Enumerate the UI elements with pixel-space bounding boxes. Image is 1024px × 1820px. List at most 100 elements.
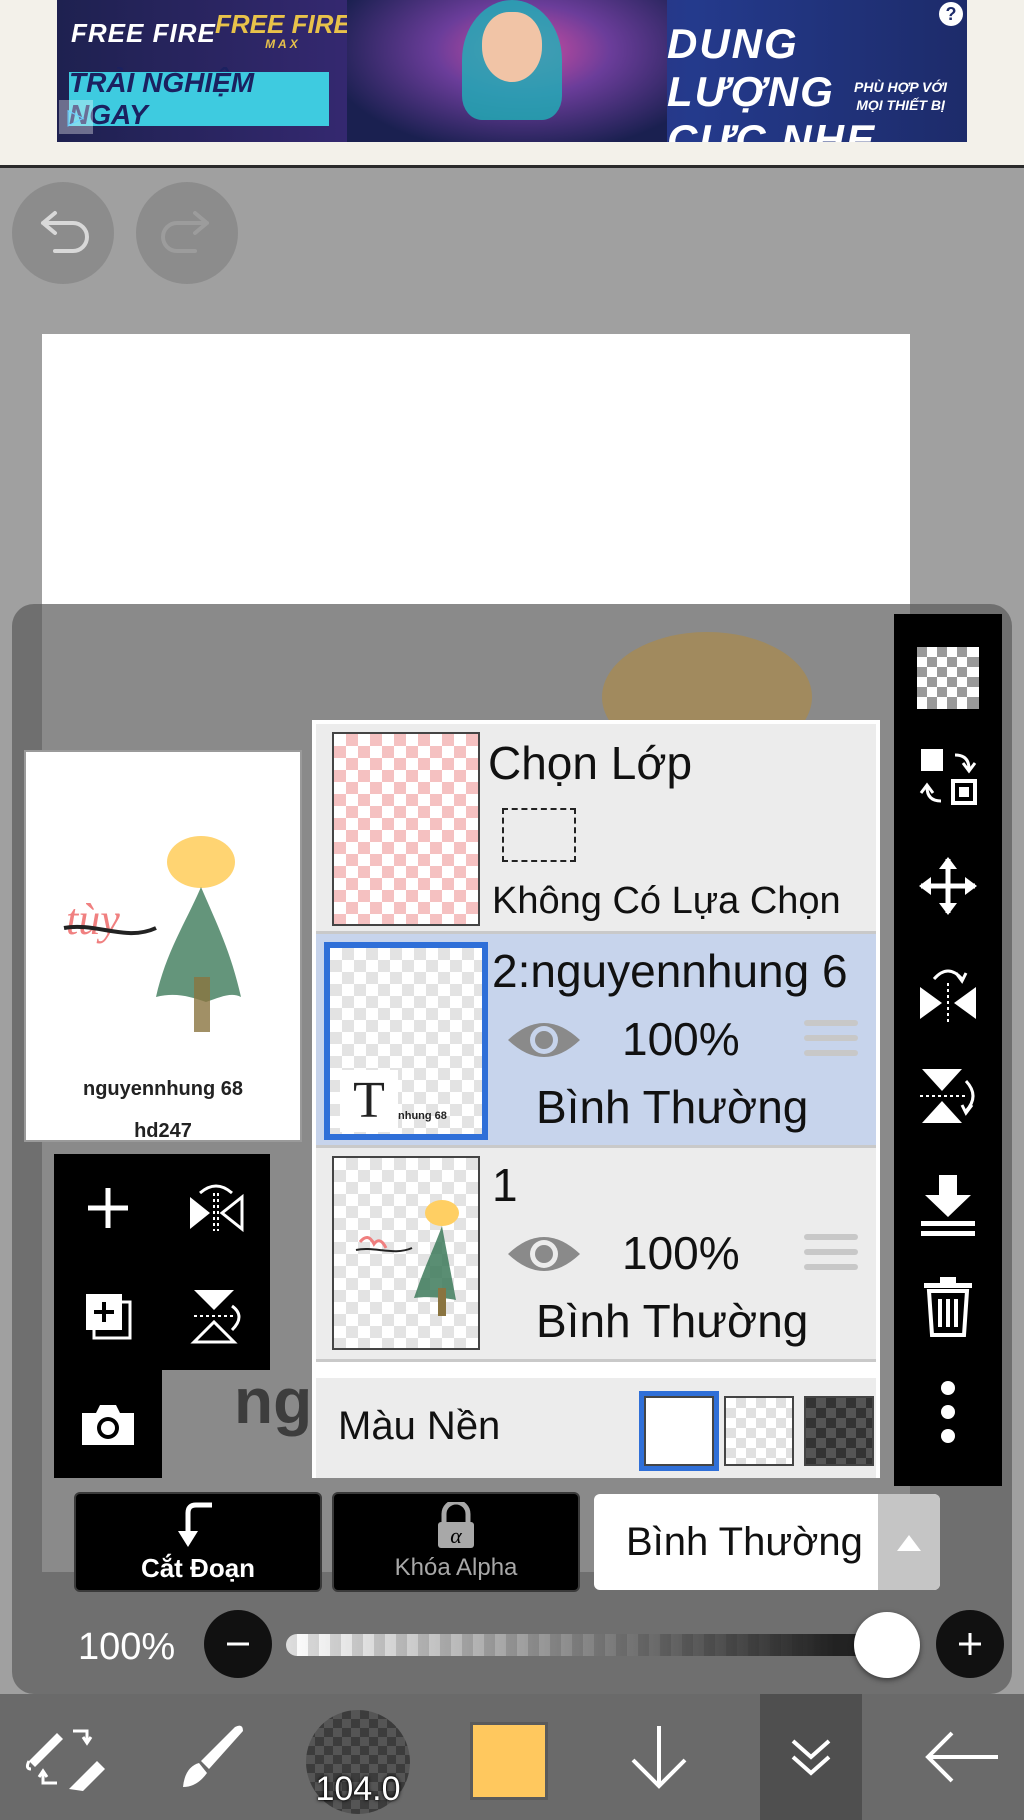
tool-switch-button[interactable] bbox=[20, 1694, 110, 1820]
back-arrow-icon bbox=[925, 1731, 998, 1783]
flip-horizontal-button[interactable] bbox=[894, 944, 1002, 1044]
selection-layer-row[interactable]: Chọn Lớp Không Có Lựa Chọn bbox=[316, 724, 876, 934]
layer-row-2[interactable]: T nhung 68 2:nguyennhung 6 100% Bình Thư… bbox=[316, 934, 876, 1148]
redo-icon bbox=[161, 211, 209, 253]
opacity-label: 100% bbox=[78, 1626, 176, 1668]
blend-mode-arrow-icon bbox=[878, 1494, 940, 1590]
flip-h-icon bbox=[190, 1184, 244, 1233]
ad-small-line2: MỌI THIẾT BỊ bbox=[856, 97, 945, 113]
move-icon bbox=[919, 857, 977, 915]
background-dark-swatch[interactable] bbox=[804, 1396, 874, 1466]
left-layer-tools bbox=[54, 1154, 272, 1478]
text-layer-icon: T bbox=[340, 1070, 398, 1132]
clipping-label: Cắt Đoạn bbox=[140, 1552, 256, 1583]
layer-2-visibility-eye-icon[interactable] bbox=[504, 1014, 584, 1066]
background-white-swatch[interactable] bbox=[639, 1391, 719, 1471]
blend-mode-select[interactable]: Bình Thường bbox=[594, 1494, 940, 1590]
alpha-lock-button[interactable]: α Khóa Alpha bbox=[332, 1492, 580, 1592]
plus-icon bbox=[959, 1633, 981, 1655]
layer-2-thumb-text: nhung 68 bbox=[398, 1110, 447, 1122]
flip-v-icon bbox=[920, 1069, 975, 1123]
ad-cta-button[interactable]: TRẢI NGHIỆM NGAY bbox=[69, 67, 329, 130]
merge-down-button[interactable] bbox=[894, 1154, 1002, 1254]
ad-hero-image bbox=[347, 0, 667, 142]
layer-2-blend-mode: Bình Thường bbox=[536, 1081, 809, 1133]
background-transparent-swatch[interactable] bbox=[724, 1396, 794, 1466]
chevrons-down-icon bbox=[791, 1739, 831, 1776]
duplicate-layer-button[interactable] bbox=[54, 1262, 162, 1370]
clip-arrow-icon bbox=[178, 1502, 212, 1547]
new-transparent-layer-button[interactable] bbox=[894, 628, 1002, 728]
flip-h-icon bbox=[920, 969, 976, 1023]
ad-bar: FREE FIRE FREE FIRE MAX TRẢI NGHIỆM NGAY… bbox=[0, 0, 1024, 168]
layer-preview: tùy nguyennhung 68 hd247 bbox=[24, 750, 302, 1142]
add-layer-icon bbox=[88, 1188, 128, 1228]
layer-1-thumb bbox=[332, 1156, 480, 1350]
transform-icon bbox=[919, 749, 977, 805]
ad-headline-line2: CỰC NHẸ bbox=[667, 116, 876, 142]
layer-2-drag-handle[interactable] bbox=[804, 1020, 858, 1065]
layer-2-title: 2:nguyennhung 6 bbox=[492, 945, 848, 997]
flip-layer-v-button[interactable] bbox=[162, 1262, 270, 1370]
undo-icon bbox=[41, 211, 89, 253]
more-options-button[interactable] bbox=[894, 1362, 1002, 1462]
background-color-row: Màu Nền bbox=[316, 1378, 876, 1478]
layer-panel: ng tùy nguyennhung 68 hd247 Chọn Lớp Khô… bbox=[12, 604, 1012, 1694]
ad-banner[interactable]: FREE FIRE FREE FIRE MAX TRẢI NGHIỆM NGAY… bbox=[57, 0, 967, 142]
minus-icon bbox=[227, 1642, 249, 1646]
selection-status: Không Có Lựa Chọn bbox=[492, 880, 841, 922]
redo-button[interactable] bbox=[136, 182, 238, 284]
camera-button[interactable] bbox=[54, 1370, 162, 1478]
layer-1-thumb-drawing bbox=[355, 1200, 459, 1316]
ad-brand-free-fire-max: FREE FIRE MAX bbox=[215, 11, 351, 54]
layer-2-opacity: 100% bbox=[622, 1013, 740, 1065]
flip-v-icon bbox=[190, 1290, 241, 1344]
preview-drawing: tùy bbox=[63, 836, 241, 1032]
layers-panel-toggle[interactable] bbox=[760, 1694, 862, 1820]
preview-caption-1: nguyennhung 68 bbox=[83, 1078, 243, 1100]
selection-layer-thumb bbox=[332, 732, 480, 926]
ad-choices-icon[interactable]: ▷ bbox=[59, 100, 93, 134]
opacity-slider-track[interactable] bbox=[286, 1634, 896, 1656]
delete-layer-button[interactable] bbox=[894, 1256, 1002, 1356]
alpha-glyph: α bbox=[450, 1523, 462, 1548]
alpha-lock-label: Khóa Alpha bbox=[394, 1554, 518, 1581]
opacity-minus-button[interactable] bbox=[204, 1610, 272, 1678]
ad-help-icon[interactable]: ? bbox=[939, 2, 963, 26]
add-layer-button[interactable] bbox=[54, 1154, 162, 1262]
layer-1-visibility-eye-icon[interactable] bbox=[504, 1228, 584, 1280]
back-button[interactable] bbox=[912, 1694, 1012, 1820]
layer-down-button[interactable] bbox=[614, 1694, 704, 1820]
layer-2-thumb: T nhung 68 bbox=[324, 942, 488, 1140]
merge-down-icon bbox=[921, 1175, 975, 1236]
ad-small-line1: PHÙ HỢP VỚI bbox=[854, 79, 947, 95]
transform-button[interactable] bbox=[894, 728, 1002, 828]
current-color-swatch[interactable] bbox=[470, 1722, 548, 1800]
opacity-plus-button[interactable] bbox=[936, 1610, 1004, 1678]
layer-1-drag-handle[interactable] bbox=[804, 1234, 858, 1279]
duplicate-icon bbox=[86, 1294, 132, 1340]
undo-button[interactable] bbox=[12, 182, 114, 284]
selection-rect-icon bbox=[502, 808, 576, 862]
bottom-toolbar: 104.0 bbox=[0, 1694, 1024, 1820]
layer-1-title: 1 bbox=[492, 1159, 518, 1211]
flip-layer-h-button[interactable] bbox=[162, 1154, 270, 1262]
arrow-down-icon bbox=[631, 1726, 687, 1789]
drawing-canvas[interactable] bbox=[42, 334, 910, 604]
layer-row-1[interactable]: 1 100% Bình Thường bbox=[316, 1148, 876, 1362]
lock-alpha-icon: α bbox=[438, 1502, 474, 1548]
brush-icon bbox=[183, 1725, 243, 1787]
preview-caption-2: hd247 bbox=[134, 1120, 192, 1142]
move-button[interactable] bbox=[894, 836, 1002, 936]
blend-mode-value: Bình Thường bbox=[626, 1520, 863, 1564]
brush-size-value: 104.0 bbox=[315, 1770, 401, 1808]
clipping-button[interactable]: Cắt Đoạn bbox=[74, 1492, 322, 1592]
ad-brand-free-fire: FREE FIRE bbox=[71, 18, 216, 48]
opacity-slider-thumb[interactable] bbox=[854, 1612, 920, 1678]
brush-tool-button[interactable] bbox=[166, 1694, 256, 1820]
selection-layer-title: Chọn Lớp bbox=[488, 737, 693, 789]
flip-vertical-button[interactable] bbox=[894, 1046, 1002, 1146]
brush-eraser-switch-icon bbox=[25, 1729, 105, 1791]
background-color-label: Màu Nền bbox=[338, 1404, 501, 1448]
layer-1-blend-mode: Bình Thường bbox=[536, 1295, 809, 1347]
